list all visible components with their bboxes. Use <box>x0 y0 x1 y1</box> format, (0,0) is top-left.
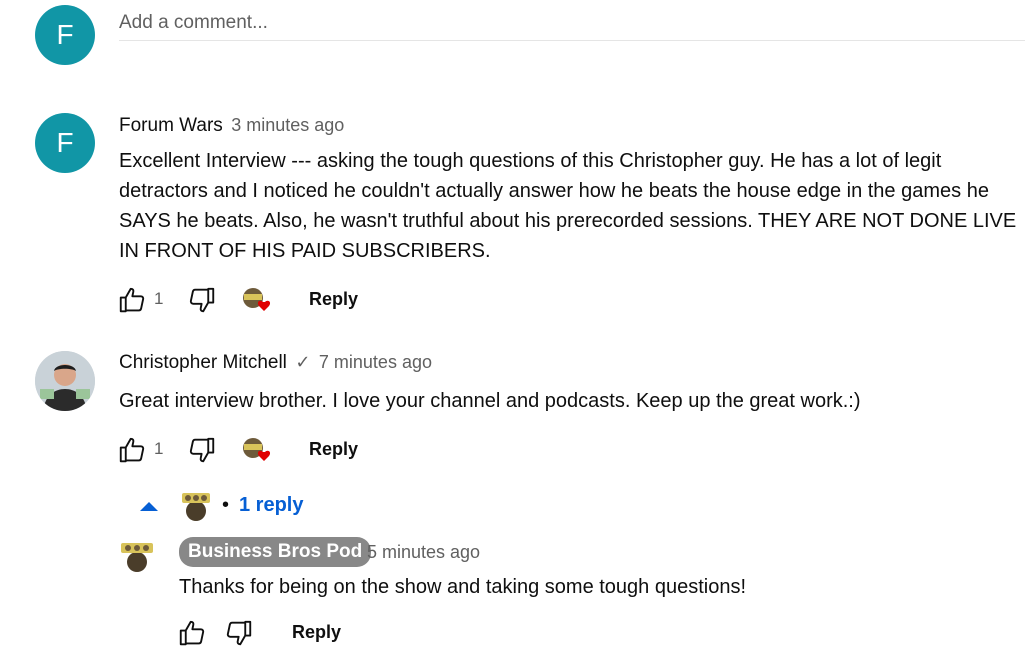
add-comment-input[interactable] <box>119 6 1025 41</box>
comment-timestamp[interactable]: 3 minutes ago <box>231 115 344 135</box>
creator-heart-icon <box>243 438 271 461</box>
reply-text: Thanks for being on the show and taking … <box>179 576 747 598</box>
reply-timestamp[interactable]: 5 minutes ago <box>367 542 480 563</box>
thumbs-down-icon[interactable] <box>224 618 254 648</box>
comment-avatar[interactable] <box>35 351 95 411</box>
thumbs-up-icon[interactable] <box>117 435 147 465</box>
comment-avatar[interactable]: F <box>35 113 95 173</box>
channel-avatar-icon <box>182 493 210 521</box>
comment-author[interactable]: Christopher Mitchell <box>119 352 287 373</box>
user-avatar: F <box>35 5 95 65</box>
reply-avatar-icon[interactable] <box>119 536 155 572</box>
thumbs-down-icon[interactable] <box>187 285 217 315</box>
caret-up-icon[interactable] <box>139 500 159 512</box>
comment-avatar-letter: F <box>56 127 74 158</box>
like-count: 1 <box>154 289 164 308</box>
replies-separator: • <box>222 494 230 516</box>
comment-text: Excellent Interview --- asking the tough… <box>119 150 1017 262</box>
reply-button[interactable]: Reply <box>292 622 341 643</box>
thumbs-up-icon[interactable] <box>117 285 147 315</box>
reply-button[interactable]: Reply <box>309 289 358 310</box>
comment-timestamp[interactable]: 7 minutes ago <box>319 352 432 372</box>
thumbs-down-icon[interactable] <box>187 435 217 465</box>
comment-text: Great interview brother. I love your cha… <box>119 390 861 412</box>
reply-button[interactable]: Reply <box>309 439 358 460</box>
person-photo-icon <box>35 351 95 411</box>
channel-owner-badge[interactable]: Business Bros Pod <box>179 537 372 567</box>
replies-toggle-button[interactable]: 1 reply <box>239 494 303 517</box>
verified-check-icon: ✓ <box>295 352 311 372</box>
user-avatar-letter: F <box>56 19 74 50</box>
thumbs-up-icon[interactable] <box>177 618 207 648</box>
creator-heart-icon <box>243 288 271 311</box>
like-count: 1 <box>154 439 164 458</box>
comment-author[interactable]: Forum Wars <box>119 115 223 136</box>
